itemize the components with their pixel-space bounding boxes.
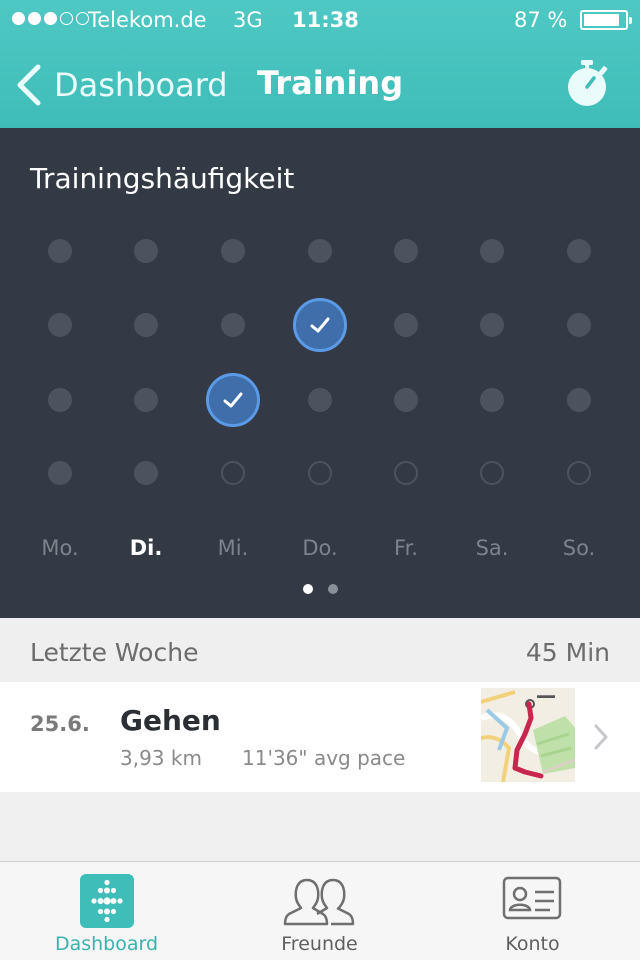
activity-name: Gehen	[120, 704, 221, 737]
stopwatch-button[interactable]	[564, 58, 612, 108]
training-day-dot	[48, 461, 72, 485]
page-dot[interactable]	[328, 584, 338, 594]
activity-date: 25.6.	[30, 712, 90, 736]
training-day-dot	[221, 461, 245, 485]
day-label: Sa.	[475, 536, 509, 560]
day-label: Mo.	[41, 536, 79, 560]
tab-dashboard[interactable]: Dashboard	[0, 862, 213, 960]
carrier-name: Telekom.de	[88, 8, 207, 32]
day-label: So.	[562, 536, 596, 560]
training-day-dot	[394, 239, 418, 263]
training-day-dot	[394, 461, 418, 485]
tab-bar: Dashboard Freunde Konto	[0, 861, 640, 960]
checkmark-icon	[223, 392, 243, 408]
network-type: 3G	[233, 8, 263, 32]
training-day-dot	[48, 239, 72, 263]
page-dot[interactable]	[303, 584, 313, 594]
signal-dot	[12, 12, 25, 25]
page-title: Training	[257, 64, 404, 102]
training-day-dot	[480, 313, 504, 337]
training-day-dot	[134, 239, 158, 263]
training-day-dot	[480, 239, 504, 263]
training-day-dot	[48, 388, 72, 412]
chevron-left-icon	[17, 64, 41, 106]
training-day-dot	[48, 313, 72, 337]
status-bar: Telekom.de 3G 11:38 87 %	[0, 0, 640, 40]
training-frequency-panel[interactable]: Trainingshäufigkeit Mo. Di. Mi. Do. Fr. Sa. So…	[0, 128, 640, 618]
day-label: Di.	[129, 536, 163, 560]
training-day-dot	[567, 239, 591, 263]
training-day-dot	[480, 461, 504, 485]
tab-label: Konto	[505, 933, 560, 955]
training-day-dot	[394, 388, 418, 412]
back-label: Dashboard	[54, 66, 228, 104]
account-card-icon	[502, 876, 562, 920]
training-day-dot	[221, 313, 245, 337]
svg-text:▬▬: ▬▬	[537, 690, 555, 700]
week-summary-header: Letzte Woche 45 Min	[0, 618, 640, 682]
training-day-dot	[134, 313, 158, 337]
tab-account[interactable]: Konto	[426, 862, 639, 960]
signal-dot	[28, 12, 41, 25]
tab-label: Dashboard	[54, 933, 159, 955]
week-total: 45 Min	[525, 638, 610, 667]
stopwatch-icon	[568, 60, 608, 106]
week-label: Letzte Woche	[30, 638, 199, 667]
training-day-dot	[134, 461, 158, 485]
signal-strength	[12, 12, 89, 25]
training-day-dot	[308, 461, 332, 485]
back-button[interactable]: Dashboard	[14, 60, 228, 110]
training-day-dot	[394, 313, 418, 337]
clock: 11:38	[292, 8, 359, 32]
chevron-right-icon	[594, 724, 608, 750]
battery-icon	[580, 10, 632, 30]
signal-dot	[60, 12, 73, 25]
day-label: Fr.	[394, 536, 418, 560]
training-day-dot	[221, 239, 245, 263]
day-label: Mi.	[217, 536, 249, 560]
training-day-dot	[134, 388, 158, 412]
header: Telekom.de 3G 11:38 87 % Dashboard Train…	[0, 0, 640, 128]
signal-dot	[44, 12, 57, 25]
fitbit-icon	[80, 874, 134, 928]
activity-distance: 3,93 km	[120, 746, 202, 770]
training-day-dot	[567, 461, 591, 485]
training-day-dot	[308, 239, 332, 263]
day-label: Do.	[302, 536, 338, 560]
route-map-thumbnail: ▬▬	[481, 688, 575, 782]
battery-percent: 87 %	[514, 8, 568, 32]
tab-label: Freunde	[281, 933, 358, 955]
activity-pace: 11'36" avg pace	[242, 746, 406, 770]
training-day-check	[293, 298, 347, 352]
friends-icon	[283, 878, 355, 926]
training-day-dot	[308, 388, 332, 412]
page-indicator[interactable]	[303, 584, 338, 594]
activity-row[interactable]: 25.6. Gehen 3,93 km 11'36" avg pace ▬▬	[0, 682, 640, 792]
tab-friends[interactable]: Freunde	[213, 862, 426, 960]
training-day-dot	[567, 313, 591, 337]
checkmark-icon	[310, 317, 330, 333]
training-day-check	[206, 373, 260, 427]
training-day-dot	[567, 388, 591, 412]
training-day-dot	[480, 388, 504, 412]
